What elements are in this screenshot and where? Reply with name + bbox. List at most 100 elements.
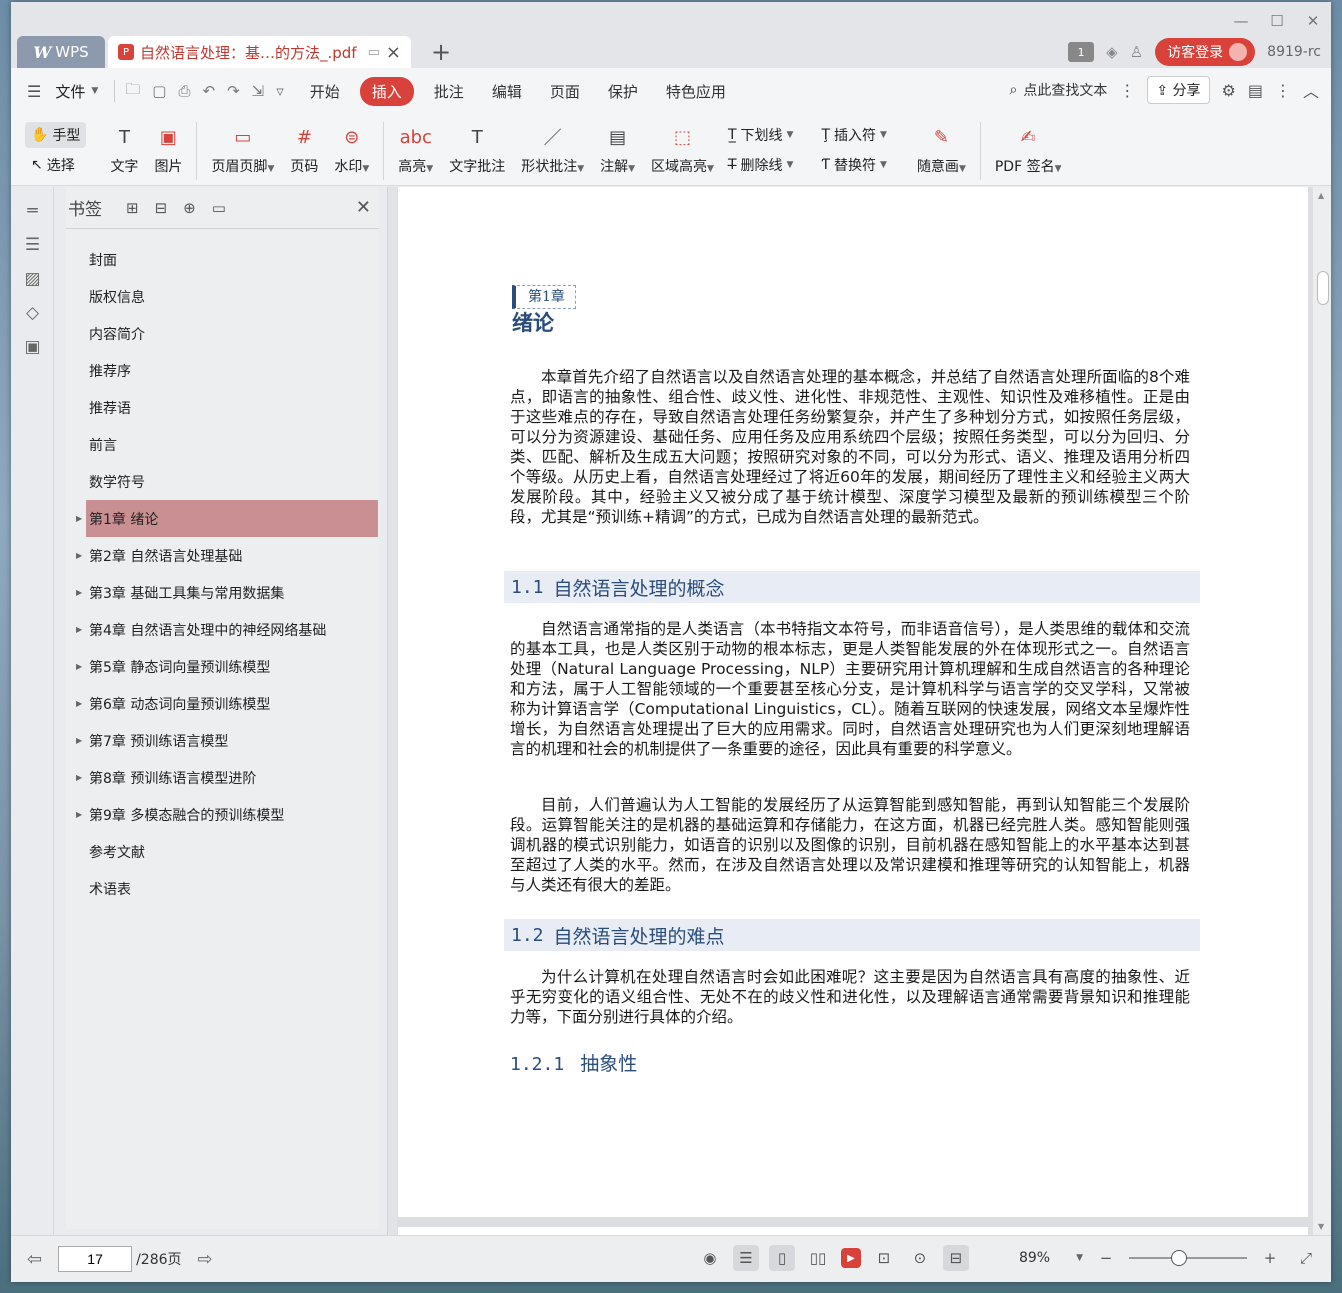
list-item[interactable]: ▶ 第7章 预训练语言模型 — [66, 722, 379, 759]
zoom-slider[interactable] — [1129, 1250, 1247, 1266]
list-item[interactable]: ▶ 第8章 预训练语言模型进阶 — [66, 759, 379, 796]
strikethrough-button[interactable]: T̶ 删除线 ▼ — [722, 152, 799, 178]
list-item[interactable]: 术语表 — [66, 870, 379, 907]
fit-page-icon[interactable]: ⊙ — [907, 1245, 933, 1271]
single-page-icon[interactable]: ▯ — [768, 1245, 795, 1271]
print-icon[interactable]: ⎙ — [178, 82, 190, 100]
scrollbar-thumb[interactable] — [1317, 271, 1329, 305]
underline-button[interactable]: T̲ 下划线 ▼ — [722, 122, 799, 148]
tab-annotate[interactable]: 批注 — [434, 81, 464, 102]
zoom-out-icon[interactable]: − — [1093, 1245, 1119, 1271]
signature-list-icon[interactable]: ▣ — [11, 337, 54, 357]
list-item[interactable]: ▶ 第3章 基础工具集与常用数据集 — [66, 574, 379, 611]
list-item[interactable]: 版权信息 — [66, 278, 379, 315]
page-number-input[interactable] — [58, 1246, 133, 1272]
chevron-right-icon[interactable]: ▶ — [76, 699, 82, 708]
scroll-up-icon[interactable]: ▲ — [1318, 191, 1324, 200]
tab-protect[interactable]: 保护 — [608, 81, 638, 102]
minimize-icon[interactable]: — — [1223, 8, 1259, 34]
zoom-slider-handle[interactable] — [1170, 1250, 1187, 1266]
area-highlight-button[interactable]: ⬚ 区域高亮▼ — [651, 122, 714, 176]
share-button[interactable]: ⇪ 分享 — [1147, 76, 1210, 104]
guest-login-button[interactable]: 访客登录 — [1155, 38, 1256, 66]
list-item[interactable]: ▶ 第2章 自然语言处理基础 — [66, 537, 379, 574]
shape-comment-button[interactable]: ／ 形状批注▼ — [521, 122, 584, 176]
close-tab-icon[interactable]: × — [386, 42, 401, 63]
vertical-scrollbar[interactable]: ▲ ▼ — [1313, 187, 1331, 1235]
chevron-right-icon[interactable]: ▶ — [76, 662, 82, 671]
play-icon[interactable]: ▶ — [840, 1248, 861, 1268]
zoom-level[interactable]: 89% — [1019, 1250, 1050, 1266]
wps-home-tab[interactable]: W WPS — [17, 36, 105, 68]
insert-text-button[interactable]: T 文字 — [110, 122, 138, 176]
actual-size-icon[interactable]: ⊡ — [871, 1245, 897, 1271]
open-folder-icon[interactable]: 🗀 — [125, 79, 140, 104]
tab-insert[interactable]: 插入 — [359, 76, 414, 106]
page-number-button[interactable]: # 页码 — [290, 122, 318, 176]
tab-edit[interactable]: 编辑 — [492, 81, 522, 102]
list-item[interactable]: 数学符号 — [66, 463, 379, 500]
chevron-right-icon[interactable]: ▶ — [76, 625, 82, 634]
list-item[interactable]: ▶ 第9章 多模态融合的预训练模型 — [66, 796, 379, 833]
highlight-button[interactable]: abc 高亮▼ — [398, 122, 433, 176]
new-tab-icon[interactable]: + — [431, 38, 451, 66]
tab-count-badge[interactable]: 1 — [1068, 42, 1095, 62]
drag-handle-icon[interactable]: ═ — [11, 201, 54, 221]
list-item[interactable]: 内容简介 — [66, 315, 379, 352]
add-bookmark-icon[interactable]: ⊕ — [183, 199, 196, 217]
document-viewport[interactable]: 第1章 绪论 本章首先介绍了自然语言以及自然语言处理的基本概念，并总结了自然语言… — [397, 187, 1331, 1235]
zoom-in-icon[interactable]: + — [1257, 1245, 1283, 1271]
redo-icon[interactable]: ↷ — [227, 82, 240, 100]
text-comment-button[interactable]: T 文字批注 — [449, 122, 505, 176]
list-item-selected[interactable]: ▶ 第1章 绪论 — [76, 500, 378, 537]
skin-icon[interactable]: ♙ — [1130, 43, 1143, 61]
export-icon[interactable]: ⇲ — [252, 82, 265, 100]
tab-start[interactable]: 开始 — [310, 81, 340, 102]
list-item[interactable]: 推荐序 — [66, 352, 379, 389]
header-footer-button[interactable]: ▭ 页眉页脚▼ — [211, 122, 274, 176]
collapse-ribbon-icon[interactable]: ︿ — [1303, 78, 1319, 102]
note-button[interactable]: ▤ 注解▼ — [600, 122, 635, 176]
maximize-icon[interactable]: ☐ — [1259, 8, 1295, 34]
tab-special[interactable]: 特色应用 — [666, 81, 726, 102]
next-page-icon[interactable]: ⇨ — [198, 1249, 213, 1270]
hand-tool-button[interactable]: ✋ 手型 — [25, 122, 87, 148]
list-item[interactable]: 前言 — [66, 426, 379, 463]
bookmark-settings-icon[interactable]: ▭ — [212, 199, 226, 217]
pdf-sign-button[interactable]: ✍ PDF 签名▼ — [995, 122, 1062, 176]
insert-symbol-button[interactable]: Ţ 插入符 ▼ — [815, 122, 892, 148]
prev-page-icon[interactable]: ⇦ — [27, 1249, 42, 1270]
chevron-right-icon[interactable]: ▶ — [76, 736, 82, 745]
close-icon[interactable]: ✕ — [356, 197, 371, 218]
outline-icon[interactable]: ☰ — [11, 235, 54, 255]
more-vert-icon[interactable]: ⋮ — [1119, 81, 1135, 100]
scroll-down-icon[interactable]: ▼ — [1318, 1222, 1324, 1231]
list-item[interactable]: ▶ 第4章 自然语言处理中的神经网络基础 — [66, 611, 379, 648]
list-item[interactable]: 参考文献 — [66, 833, 379, 870]
screen-icon[interactable]: ▭ — [368, 45, 380, 60]
zoom-dropdown-icon[interactable]: ▼ — [1076, 1253, 1083, 1263]
chevron-right-icon[interactable]: ▶ — [76, 551, 82, 560]
fullscreen-icon[interactable]: ⤢ — [1293, 1245, 1319, 1271]
more-quick-access-icon[interactable]: ▿ — [276, 82, 284, 100]
save-icon[interactable]: ▢ — [152, 82, 166, 100]
list-item[interactable]: 封面 — [66, 241, 379, 278]
document-tab[interactable]: P 自然语言处理：基…的方法_.pdf ▭ × — [108, 36, 411, 68]
gear-icon[interactable]: ⚙ — [1222, 81, 1236, 100]
select-tool-button[interactable]: ↖ 选择 — [25, 152, 86, 178]
comment-icon[interactable]: ▤ — [1248, 81, 1263, 100]
continuous-view-icon[interactable]: ☰ — [732, 1245, 759, 1271]
chevron-right-icon[interactable]: ▶ — [76, 514, 82, 523]
expand-all-icon[interactable]: ⊞ — [126, 199, 139, 217]
chevron-right-icon[interactable]: ▶ — [76, 773, 82, 782]
collapse-all-icon[interactable]: ⊟ — [155, 199, 168, 217]
two-page-icon[interactable]: ▯▯ — [805, 1245, 831, 1271]
freehand-button[interactable]: ✎ 随意画▼ — [917, 122, 966, 176]
thumbnail-icon[interactable]: ▨ — [11, 269, 54, 289]
list-item[interactable]: ▶ 第6章 动态词向量预训练模型 — [66, 685, 379, 722]
list-item[interactable]: ▶ 第5章 静态词向量预训练模型 — [66, 648, 379, 685]
replace-symbol-button[interactable]: Ƭ 替换符 ▼ — [815, 152, 892, 178]
more-options-icon[interactable]: ⋮ — [1275, 81, 1291, 100]
close-window-icon[interactable]: ✕ — [1295, 8, 1331, 34]
sync-icon[interactable]: ◈ — [1106, 43, 1118, 61]
